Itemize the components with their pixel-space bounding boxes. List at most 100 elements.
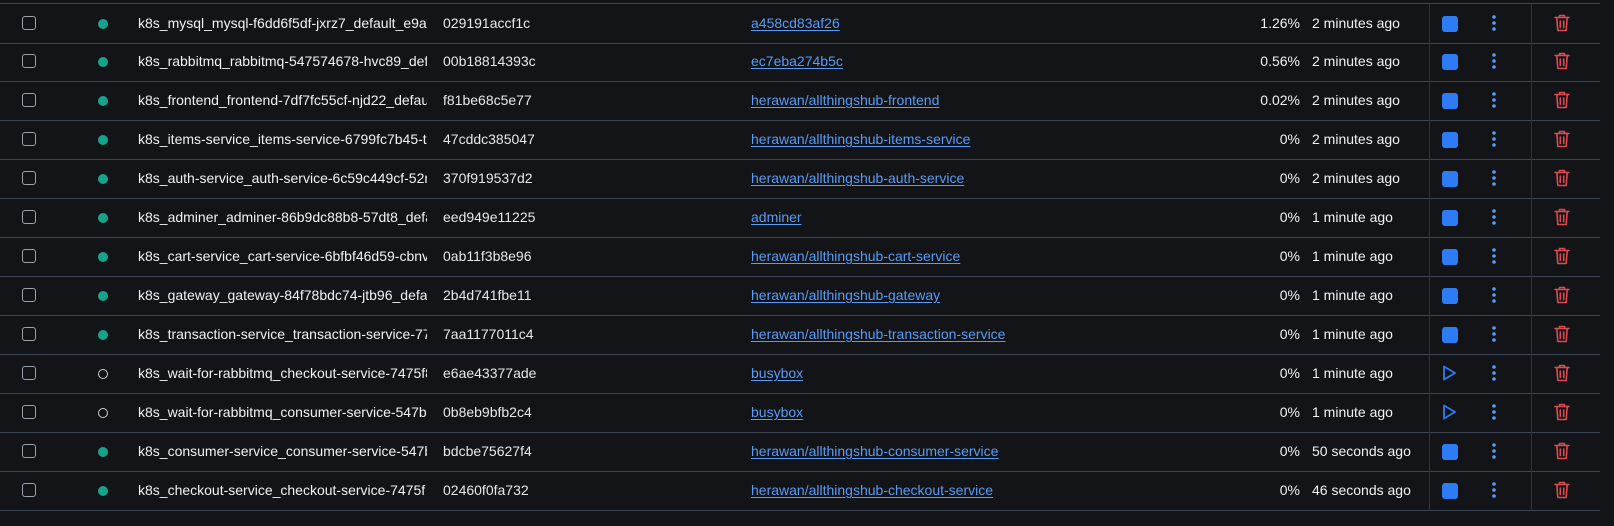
start-icon[interactable] <box>1440 364 1458 382</box>
table-row[interactable]: k8s_cart-service_cart-service-6bfbf46d59… <box>0 237 1600 277</box>
table-row[interactable]: k8s_rabbitmq_rabbitmq-547574678-hvc89_de… <box>0 42 1600 82</box>
image-link[interactable]: herawan/allthingshub-items-service <box>751 120 970 159</box>
row-checkbox[interactable] <box>22 249 36 263</box>
container-name[interactable]: k8s_wait-for-rabbitmq_consumer-service-5… <box>138 393 427 432</box>
delete-icon[interactable] <box>1553 90 1571 110</box>
container-name[interactable]: k8s_gateway_gateway-84f78bdc74-jtb96_def… <box>138 276 427 315</box>
table-row[interactable]: k8s_consumer-service_consumer-service-54… <box>0 432 1600 472</box>
container-id: 7aa1177011c4 <box>443 326 534 342</box>
more-options-icon[interactable] <box>1488 286 1500 304</box>
delete-icon[interactable] <box>1553 285 1571 305</box>
container-name[interactable]: k8s_items-service_items-service-6799fc7b… <box>138 120 427 159</box>
table-row[interactable]: k8s_frontend_frontend-7df7fc55cf-njd22_d… <box>0 81 1600 121</box>
delete-icon[interactable] <box>1553 13 1571 33</box>
container-name[interactable]: k8s_mysql_mysql-f6dd6f5df-jxrz7_default_… <box>138 4 427 43</box>
stop-icon[interactable] <box>1442 93 1458 109</box>
table-row[interactable]: k8s_wait-for-rabbitmq_consumer-service-5… <box>0 393 1600 433</box>
stop-icon[interactable] <box>1442 132 1458 148</box>
image-link[interactable]: herawan/allthingshub-checkout-service <box>751 471 993 510</box>
row-checkbox[interactable] <box>22 288 36 302</box>
container-name[interactable]: k8s_transaction-service_transaction-serv… <box>138 315 427 354</box>
container-name[interactable]: k8s_adminer_adminer-86b9dc88b8-57dt8_def… <box>138 198 427 237</box>
image-link[interactable]: a458cd83af26 <box>751 4 840 43</box>
delete-icon[interactable] <box>1553 402 1571 422</box>
delete-icon[interactable] <box>1553 480 1571 500</box>
column-divider <box>1531 276 1532 315</box>
container-name[interactable]: k8s_frontend_frontend-7df7fc55cf-njd22_d… <box>138 81 427 120</box>
row-checkbox[interactable] <box>22 327 36 341</box>
cpu-usage: 0% <box>1279 404 1300 420</box>
container-name[interactable]: k8s_consumer-service_consumer-service-54… <box>138 432 427 471</box>
delete-icon[interactable] <box>1553 246 1571 266</box>
container-name[interactable]: k8s_checkout-service_checkout-service-74… <box>138 471 427 510</box>
delete-icon[interactable] <box>1553 441 1571 461</box>
table-row[interactable]: k8s_adminer_adminer-86b9dc88b8-57dt8_def… <box>0 198 1600 238</box>
row-checkbox[interactable] <box>22 16 36 30</box>
table-row[interactable]: k8s_wait-for-rabbitmq_checkout-service-7… <box>0 354 1600 394</box>
delete-icon[interactable] <box>1553 363 1571 383</box>
image-link[interactable]: adminer <box>751 198 802 237</box>
more-options-icon[interactable] <box>1488 52 1500 70</box>
image-link[interactable]: herawan/allthingshub-frontend <box>751 81 939 120</box>
row-checkbox[interactable] <box>22 444 36 458</box>
column-divider <box>1429 159 1430 198</box>
container-name[interactable]: k8s_rabbitmq_rabbitmq-547574678-hvc89_de… <box>138 42 427 81</box>
more-options-icon[interactable] <box>1488 247 1500 265</box>
cpu-usage: 0.02% <box>1260 92 1300 108</box>
image-link[interactable]: herawan/allthingshub-auth-service <box>751 159 964 198</box>
more-options-icon[interactable] <box>1488 169 1500 187</box>
image-link[interactable]: herawan/allthingshub-cart-service <box>751 237 960 276</box>
running-status-icon <box>98 174 108 184</box>
image-link[interactable]: busybox <box>751 393 803 432</box>
table-row[interactable]: k8s_checkout-service_checkout-service-74… <box>0 471 1600 511</box>
image-link[interactable]: busybox <box>751 354 803 393</box>
row-checkbox[interactable] <box>22 132 36 146</box>
stop-icon[interactable] <box>1442 249 1458 265</box>
delete-icon[interactable] <box>1553 168 1571 188</box>
table-row[interactable]: k8s_items-service_items-service-6799fc7b… <box>0 120 1600 160</box>
image-link[interactable]: herawan/allthingshub-gateway <box>751 276 940 315</box>
stop-icon[interactable] <box>1442 54 1458 70</box>
stop-icon[interactable] <box>1442 327 1458 343</box>
more-options-icon[interactable] <box>1488 403 1500 421</box>
stop-icon[interactable] <box>1442 171 1458 187</box>
image-link[interactable]: herawan/allthingshub-consumer-service <box>751 432 998 471</box>
more-options-icon[interactable] <box>1488 130 1500 148</box>
image-link[interactable]: ec7eba274b5c <box>751 42 843 81</box>
cpu-usage: 0% <box>1279 443 1300 459</box>
table-row[interactable]: k8s_gateway_gateway-84f78bdc74-jtb96_def… <box>0 276 1600 316</box>
stop-icon[interactable] <box>1442 288 1458 304</box>
more-options-icon[interactable] <box>1488 14 1500 32</box>
more-options-icon[interactable] <box>1488 481 1500 499</box>
stop-icon[interactable] <box>1442 444 1458 460</box>
row-checkbox[interactable] <box>22 405 36 419</box>
image-link[interactable]: herawan/allthingshub-transaction-service <box>751 315 1005 354</box>
row-checkbox[interactable] <box>22 93 36 107</box>
delete-icon[interactable] <box>1553 51 1571 71</box>
table-row[interactable]: k8s_auth-service_auth-service-6c59c449cf… <box>0 159 1600 199</box>
table-row[interactable]: k8s_transaction-service_transaction-serv… <box>0 315 1600 355</box>
cpu-usage: 0% <box>1279 287 1300 303</box>
row-checkbox[interactable] <box>22 210 36 224</box>
start-icon[interactable] <box>1440 403 1458 421</box>
more-options-icon[interactable] <box>1488 91 1500 109</box>
row-checkbox[interactable] <box>22 171 36 185</box>
row-checkbox[interactable] <box>22 483 36 497</box>
container-name[interactable]: k8s_cart-service_cart-service-6bfbf46d59… <box>138 237 427 276</box>
delete-icon[interactable] <box>1553 324 1571 344</box>
row-checkbox[interactable] <box>22 366 36 380</box>
container-name[interactable]: k8s_auth-service_auth-service-6c59c449cf… <box>138 159 427 198</box>
more-options-icon[interactable] <box>1488 364 1500 382</box>
stop-icon[interactable] <box>1442 16 1458 32</box>
row-checkbox[interactable] <box>22 54 36 68</box>
more-options-icon[interactable] <box>1488 442 1500 460</box>
more-options-icon[interactable] <box>1488 208 1500 226</box>
more-options-icon[interactable] <box>1488 325 1500 343</box>
delete-icon[interactable] <box>1553 129 1571 149</box>
column-divider <box>1531 237 1532 276</box>
stop-icon[interactable] <box>1442 210 1458 226</box>
table-row[interactable]: k8s_mysql_mysql-f6dd6f5df-jxrz7_default_… <box>0 3 1600 44</box>
stop-icon[interactable] <box>1442 483 1458 499</box>
delete-icon[interactable] <box>1553 207 1571 227</box>
container-name[interactable]: k8s_wait-for-rabbitmq_checkout-service-7… <box>138 354 427 393</box>
